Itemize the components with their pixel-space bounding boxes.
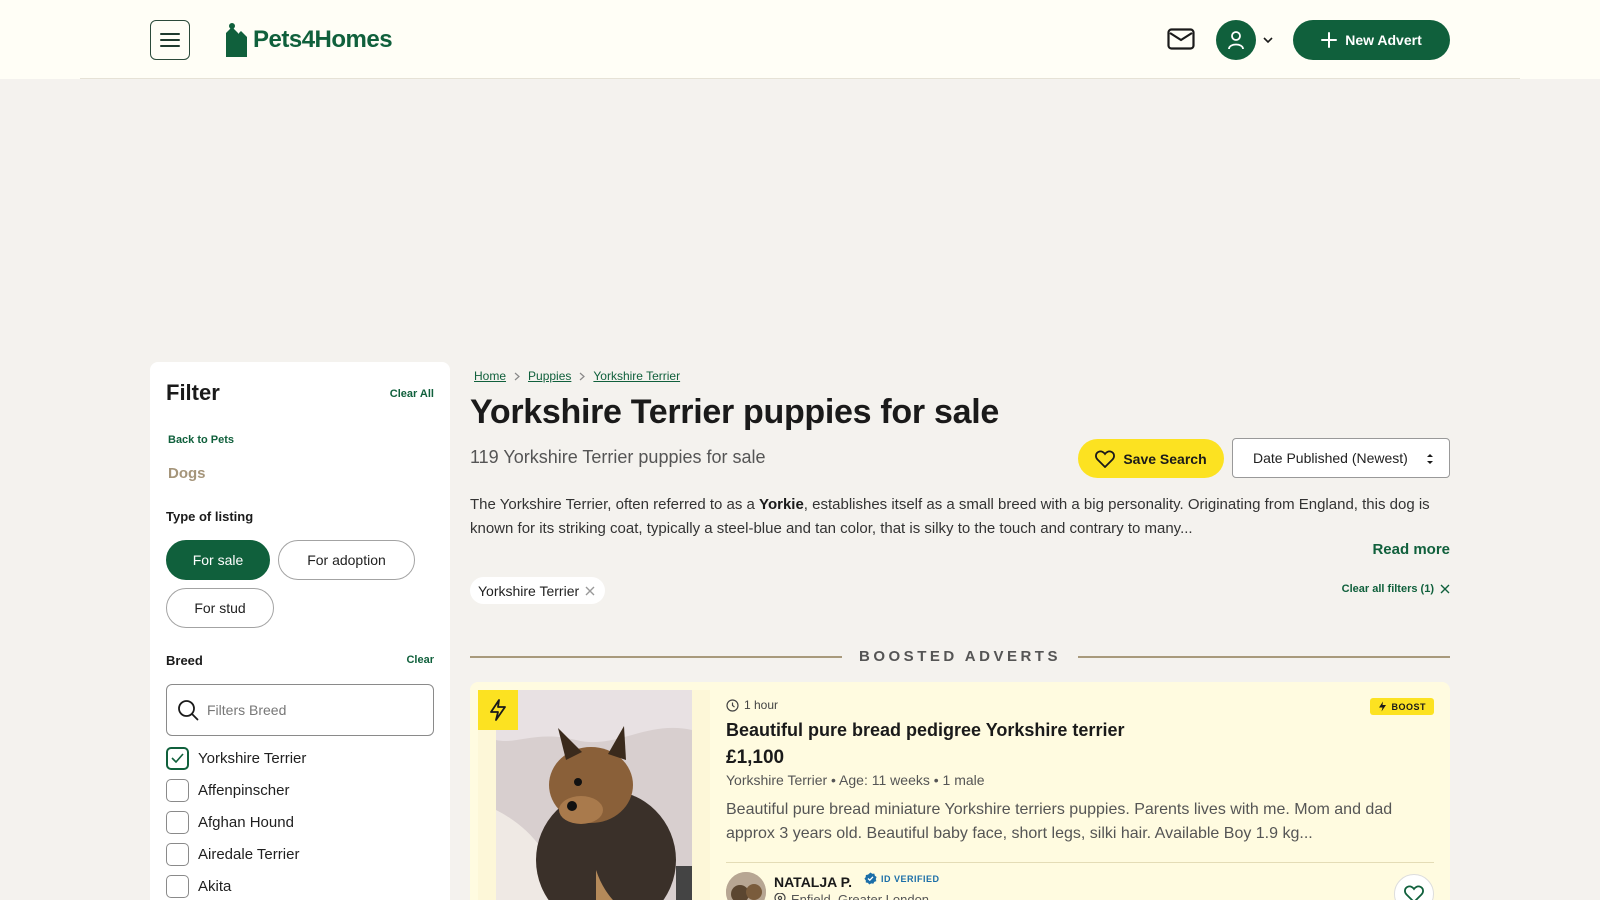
listing-card[interactable]: 1 hour BOOST Beautiful pure bread pedigr… [470, 682, 1450, 900]
seller-name: NATALJA P. [774, 874, 853, 890]
close-icon[interactable] [585, 586, 595, 596]
breed-checkbox[interactable] [166, 810, 189, 834]
breed-checkbox[interactable] [166, 842, 189, 866]
new-advert-button[interactable]: New Advert [1293, 20, 1450, 60]
boost-corner-badge [478, 690, 518, 730]
listing-price: £1,100 [726, 747, 785, 768]
plus-icon [1321, 32, 1338, 48]
favourite-button[interactable] [1394, 874, 1434, 900]
breed-description: The Yorkshire Terrier, often referred to… [470, 496, 1430, 537]
breed-label: Afghan Hound [198, 813, 294, 831]
sort-value: Date Published (Newest) [1253, 450, 1408, 466]
listing-time: 1 hour [726, 698, 778, 712]
breed-search-input[interactable] [207, 702, 427, 718]
clear-filters-label: Clear all filters (1) [1341, 583, 1434, 595]
category-label: Dogs [168, 465, 206, 482]
breed-clear-link[interactable]: Clear [406, 654, 434, 666]
clear-all-link[interactable]: Clear All [390, 388, 434, 400]
heart-icon [1404, 885, 1424, 900]
read-more-link[interactable]: Read more [1372, 541, 1450, 558]
header-divider [80, 78, 1520, 79]
breed-option-akita[interactable]: Akita [166, 874, 231, 898]
breed-search-box[interactable] [166, 684, 434, 736]
back-to-pets-link[interactable]: Back to Pets [168, 434, 234, 446]
seller-location: Enfield, Greater London [774, 892, 929, 900]
breed-option-yorkshire-terrier[interactable]: Yorkshire Terrier [166, 746, 306, 770]
save-search-button[interactable]: Save Search [1078, 439, 1224, 478]
logo-text: Pets4Homes [253, 26, 393, 53]
breed-label: Akita [198, 877, 232, 895]
active-filter-chip[interactable]: Yorkshire Terrier [470, 577, 606, 604]
breadcrumb-puppies[interactable]: Puppies [528, 369, 571, 383]
logo[interactable]: Pets4Homes [223, 22, 393, 58]
divider-line [1078, 656, 1450, 658]
breed-label: Airedale Terrier [198, 845, 300, 863]
breadcrumb-yorkshire-terrier[interactable]: Yorkshire Terrier [593, 369, 680, 383]
sort-select[interactable]: Date Published (Newest) [1232, 438, 1450, 478]
breed-label: Affenpinscher [198, 781, 290, 799]
account-dropdown-toggle[interactable] [1261, 33, 1275, 47]
chevron-right-icon [512, 371, 522, 381]
breed-option-airedale-terrier[interactable]: Airedale Terrier [166, 842, 299, 866]
check-icon [171, 753, 184, 763]
account-button[interactable] [1216, 20, 1256, 60]
location-pin-icon [774, 892, 786, 900]
breadcrumb-home[interactable]: Home [474, 369, 506, 383]
logo-mark-icon [226, 23, 247, 57]
verified-label: ID VERIFIED [881, 873, 940, 884]
filter-sidebar: Filter Clear All Back to Pets Dogs Type … [150, 362, 450, 900]
close-icon [1440, 584, 1450, 594]
time-label: 1 hour [744, 698, 779, 712]
results-count: 119 Yorkshire Terrier puppies for sale [470, 447, 766, 467]
breed-checkbox[interactable] [166, 874, 189, 898]
page-title: Yorkshire Terrier puppies for sale [470, 393, 999, 431]
breed-heading: Breed [166, 653, 203, 668]
new-advert-label: New Advert [1345, 32, 1422, 48]
user-icon [1228, 31, 1244, 50]
breadcrumb: Home Puppies Yorkshire Terrier [474, 369, 680, 383]
listing-description: Beautiful pure bread miniature Yorkshire… [726, 801, 1393, 842]
listing-meta: Yorkshire Terrier • Age: 11 weeks • 1 ma… [726, 772, 985, 788]
listing-title[interactable]: Beautiful pure bread pedigree Yorkshire … [726, 720, 1124, 741]
site-header: Pets4Homes New Advert [0, 0, 1600, 79]
breed-option-affenpinscher[interactable]: Affenpinscher [166, 778, 289, 802]
heart-icon [1095, 450, 1116, 468]
listing-image[interactable] [478, 690, 710, 900]
boost-badge-label: BOOST [1391, 701, 1426, 712]
messages-button[interactable] [1166, 25, 1196, 53]
search-icon [178, 700, 199, 721]
boosted-adverts-heading: BOOSTED ADVERTS [470, 648, 1450, 666]
mail-icon [1167, 28, 1195, 50]
type-of-listing-heading: Type of listing [166, 509, 254, 524]
breed-option-afghan-hound[interactable]: Afghan Hound [166, 810, 294, 834]
breed-checkbox[interactable] [166, 778, 189, 802]
seller-avatar [726, 872, 766, 900]
type-for-adoption-pill[interactable]: For adoption [278, 540, 415, 580]
type-for-stud-pill[interactable]: For stud [166, 588, 274, 628]
chevron-down-icon [1263, 36, 1273, 43]
filter-title: Filter [166, 380, 220, 405]
sort-arrows-icon [1427, 454, 1433, 464]
id-verified-badge: ID VERIFIED [864, 872, 940, 885]
chevron-right-icon [577, 371, 587, 381]
bolt-icon [490, 699, 506, 721]
clock-icon [726, 698, 739, 712]
puppy-photo [496, 690, 692, 900]
breed-label: Yorkshire Terrier [198, 749, 307, 767]
clear-all-filters-link[interactable]: Clear all filters (1) [1342, 583, 1450, 595]
type-for-sale-pill[interactable]: For sale [166, 540, 270, 580]
menu-button[interactable] [150, 20, 190, 60]
verified-check-icon [864, 872, 877, 885]
chip-label: Yorkshire Terrier [478, 582, 580, 599]
boost-badge: BOOST [1370, 698, 1434, 715]
breed-checkbox[interactable] [166, 746, 189, 770]
bolt-icon [1379, 701, 1387, 712]
save-search-label: Save Search [1123, 450, 1207, 467]
location-label: Enfield, Greater London [791, 892, 930, 900]
card-divider [726, 862, 1434, 863]
hamburger-icon [160, 33, 180, 47]
